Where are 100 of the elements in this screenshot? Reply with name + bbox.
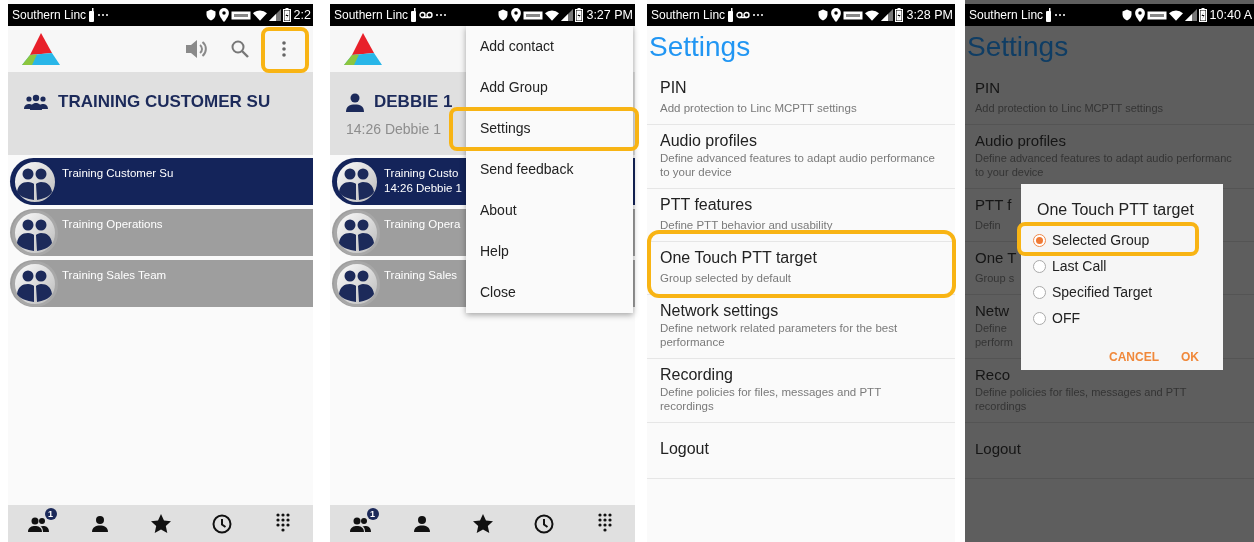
signal-icon xyxy=(268,9,281,21)
menu-item[interactable]: Close xyxy=(466,272,633,313)
location-pin-icon xyxy=(218,8,229,22)
group-icon xyxy=(24,94,48,110)
battery-icon xyxy=(1198,8,1207,22)
radio-option[interactable]: Last Call xyxy=(1021,253,1223,279)
option-label: Last Call xyxy=(1052,258,1107,274)
option-label: Specified Target xyxy=(1052,284,1153,300)
notification-badge: 1 xyxy=(44,508,57,520)
screen-title: Settings xyxy=(649,31,751,62)
clock-time: 2:2 xyxy=(293,8,311,22)
setting-description: Define network related parameters for the best performance xyxy=(660,321,898,349)
dots-icon xyxy=(1054,13,1067,17)
group-name: Training Customer Su xyxy=(62,167,174,179)
search-icon xyxy=(231,40,249,58)
wifi-calling-icon xyxy=(523,10,544,20)
dots-icon xyxy=(97,13,110,17)
screen-title: Settings xyxy=(967,31,1069,62)
more-icon xyxy=(282,41,286,57)
shield-icon xyxy=(497,8,510,22)
walkie-talkie-icon xyxy=(410,8,418,22)
menu-item[interactable]: Add contact xyxy=(466,26,633,67)
notification-badge: 1 xyxy=(366,508,379,520)
radio-button[interactable] xyxy=(1033,285,1046,299)
clock-icon xyxy=(532,513,555,534)
header-title: TRAINING CUSTOMER SU xyxy=(58,92,271,112)
setting-description: Define policies for files, messages and PTT recordings xyxy=(660,385,882,413)
setting-title: One T xyxy=(975,249,1017,266)
carrier-name: Southern Linc xyxy=(12,8,87,22)
option-label: OFF xyxy=(1052,310,1080,326)
carrier-name: Southern Linc xyxy=(651,8,726,22)
group-name: Training Operations xyxy=(62,218,163,230)
location-pin-icon xyxy=(831,8,842,22)
clock-time: 3:28 PM xyxy=(906,8,953,22)
setting-title: Network settings xyxy=(660,302,779,319)
setting-title: One Touch PTT target xyxy=(660,249,817,266)
location-pin-icon xyxy=(511,8,522,22)
setting-title: Logout xyxy=(975,440,1021,457)
shield-icon xyxy=(204,8,217,22)
group-avatar-icon xyxy=(12,260,58,307)
logo-icon xyxy=(344,33,382,65)
dots-icon xyxy=(752,13,765,17)
star-icon xyxy=(471,513,494,534)
carrier-name: Southern Linc xyxy=(334,8,409,22)
battery-icon xyxy=(895,8,904,22)
menu-item[interactable]: About xyxy=(466,190,633,231)
shield-icon xyxy=(817,8,830,22)
walkie-talkie-icon xyxy=(1045,8,1053,22)
settings-row[interactable]: One Touch PTT target Group selected by default xyxy=(647,242,955,295)
radio-button[interactable] xyxy=(1033,259,1046,273)
group-name: Training Sales Team xyxy=(62,269,167,281)
menu-item[interactable]: Settings xyxy=(466,108,633,149)
group-row[interactable]: Training Customer Su xyxy=(10,158,313,205)
group-name: Training Custo xyxy=(384,167,460,179)
setting-title: PIN xyxy=(975,79,1000,96)
last-activity-text: 14:26 Debbie 1 xyxy=(346,121,441,137)
walkie-talkie-icon xyxy=(88,8,96,22)
setting-title: Recording xyxy=(660,366,733,383)
logo-icon xyxy=(22,33,60,65)
radio-button[interactable] xyxy=(1033,233,1046,247)
settings-row[interactable]: Logout xyxy=(647,423,955,479)
settings-row[interactable]: Network settings Define network related parameters for the best performance xyxy=(647,295,955,359)
clock-time: 10:40 A xyxy=(1209,8,1252,22)
wifi-calling-icon xyxy=(1146,10,1167,20)
signal-icon xyxy=(881,9,894,21)
menu-item[interactable]: Help xyxy=(466,231,633,272)
setting-title: Netw xyxy=(975,302,1010,319)
radio-option[interactable]: Selected Group xyxy=(1021,227,1223,253)
settings-row[interactable]: PTT features Define PTT behavior and usability xyxy=(647,189,955,242)
setting-title: PIN xyxy=(660,79,687,96)
menu-item[interactable]: Add Group xyxy=(466,67,633,108)
setting-description: Define advanced features to adapt audio performance to your device xyxy=(660,151,935,179)
setting-title: Reco xyxy=(975,366,1011,383)
settings-row[interactable]: PIN Add protection to Linc MCPTT settings xyxy=(647,72,955,125)
setting-description: Define PTT behavior and usability xyxy=(660,218,833,232)
setting-title: Logout xyxy=(660,440,709,457)
menu-item[interactable]: Send feedback xyxy=(466,149,633,190)
location-pin-icon xyxy=(1134,8,1145,22)
setting-description: Add protection to Linc MCPTT settings xyxy=(660,101,857,115)
settings-row[interactable]: Audio profiles Define advanced features to adapt audio performance to your device xyxy=(647,125,955,189)
group-name: Training Sales xyxy=(384,269,458,281)
wifi-calling-icon xyxy=(843,10,864,20)
radio-button[interactable] xyxy=(1033,311,1046,325)
setting-title: PTT f xyxy=(975,196,1012,213)
battery-icon xyxy=(575,8,584,22)
group-avatar-icon xyxy=(12,209,58,256)
last-activity-text: 14:26 Debbie 1 xyxy=(384,182,462,194)
setting-title: Audio profiles xyxy=(660,132,757,149)
setting-title: Audio profiles xyxy=(975,132,1066,149)
settings-row[interactable]: Recording Define policies for files, messages and PTT recordings xyxy=(647,359,955,423)
dots-icon xyxy=(435,13,448,17)
walkie-talkie-icon xyxy=(727,8,735,22)
signal-icon xyxy=(1184,9,1197,21)
option-label: Selected Group xyxy=(1052,232,1150,248)
carrier-name: Southern Linc xyxy=(969,8,1044,22)
setting-description: Group selected by default xyxy=(660,271,792,285)
setting-title: PTT features xyxy=(660,196,753,213)
signal-icon xyxy=(561,9,574,21)
radio-option[interactable]: OFF xyxy=(1021,305,1223,331)
radio-option[interactable]: Specified Target xyxy=(1021,279,1223,305)
